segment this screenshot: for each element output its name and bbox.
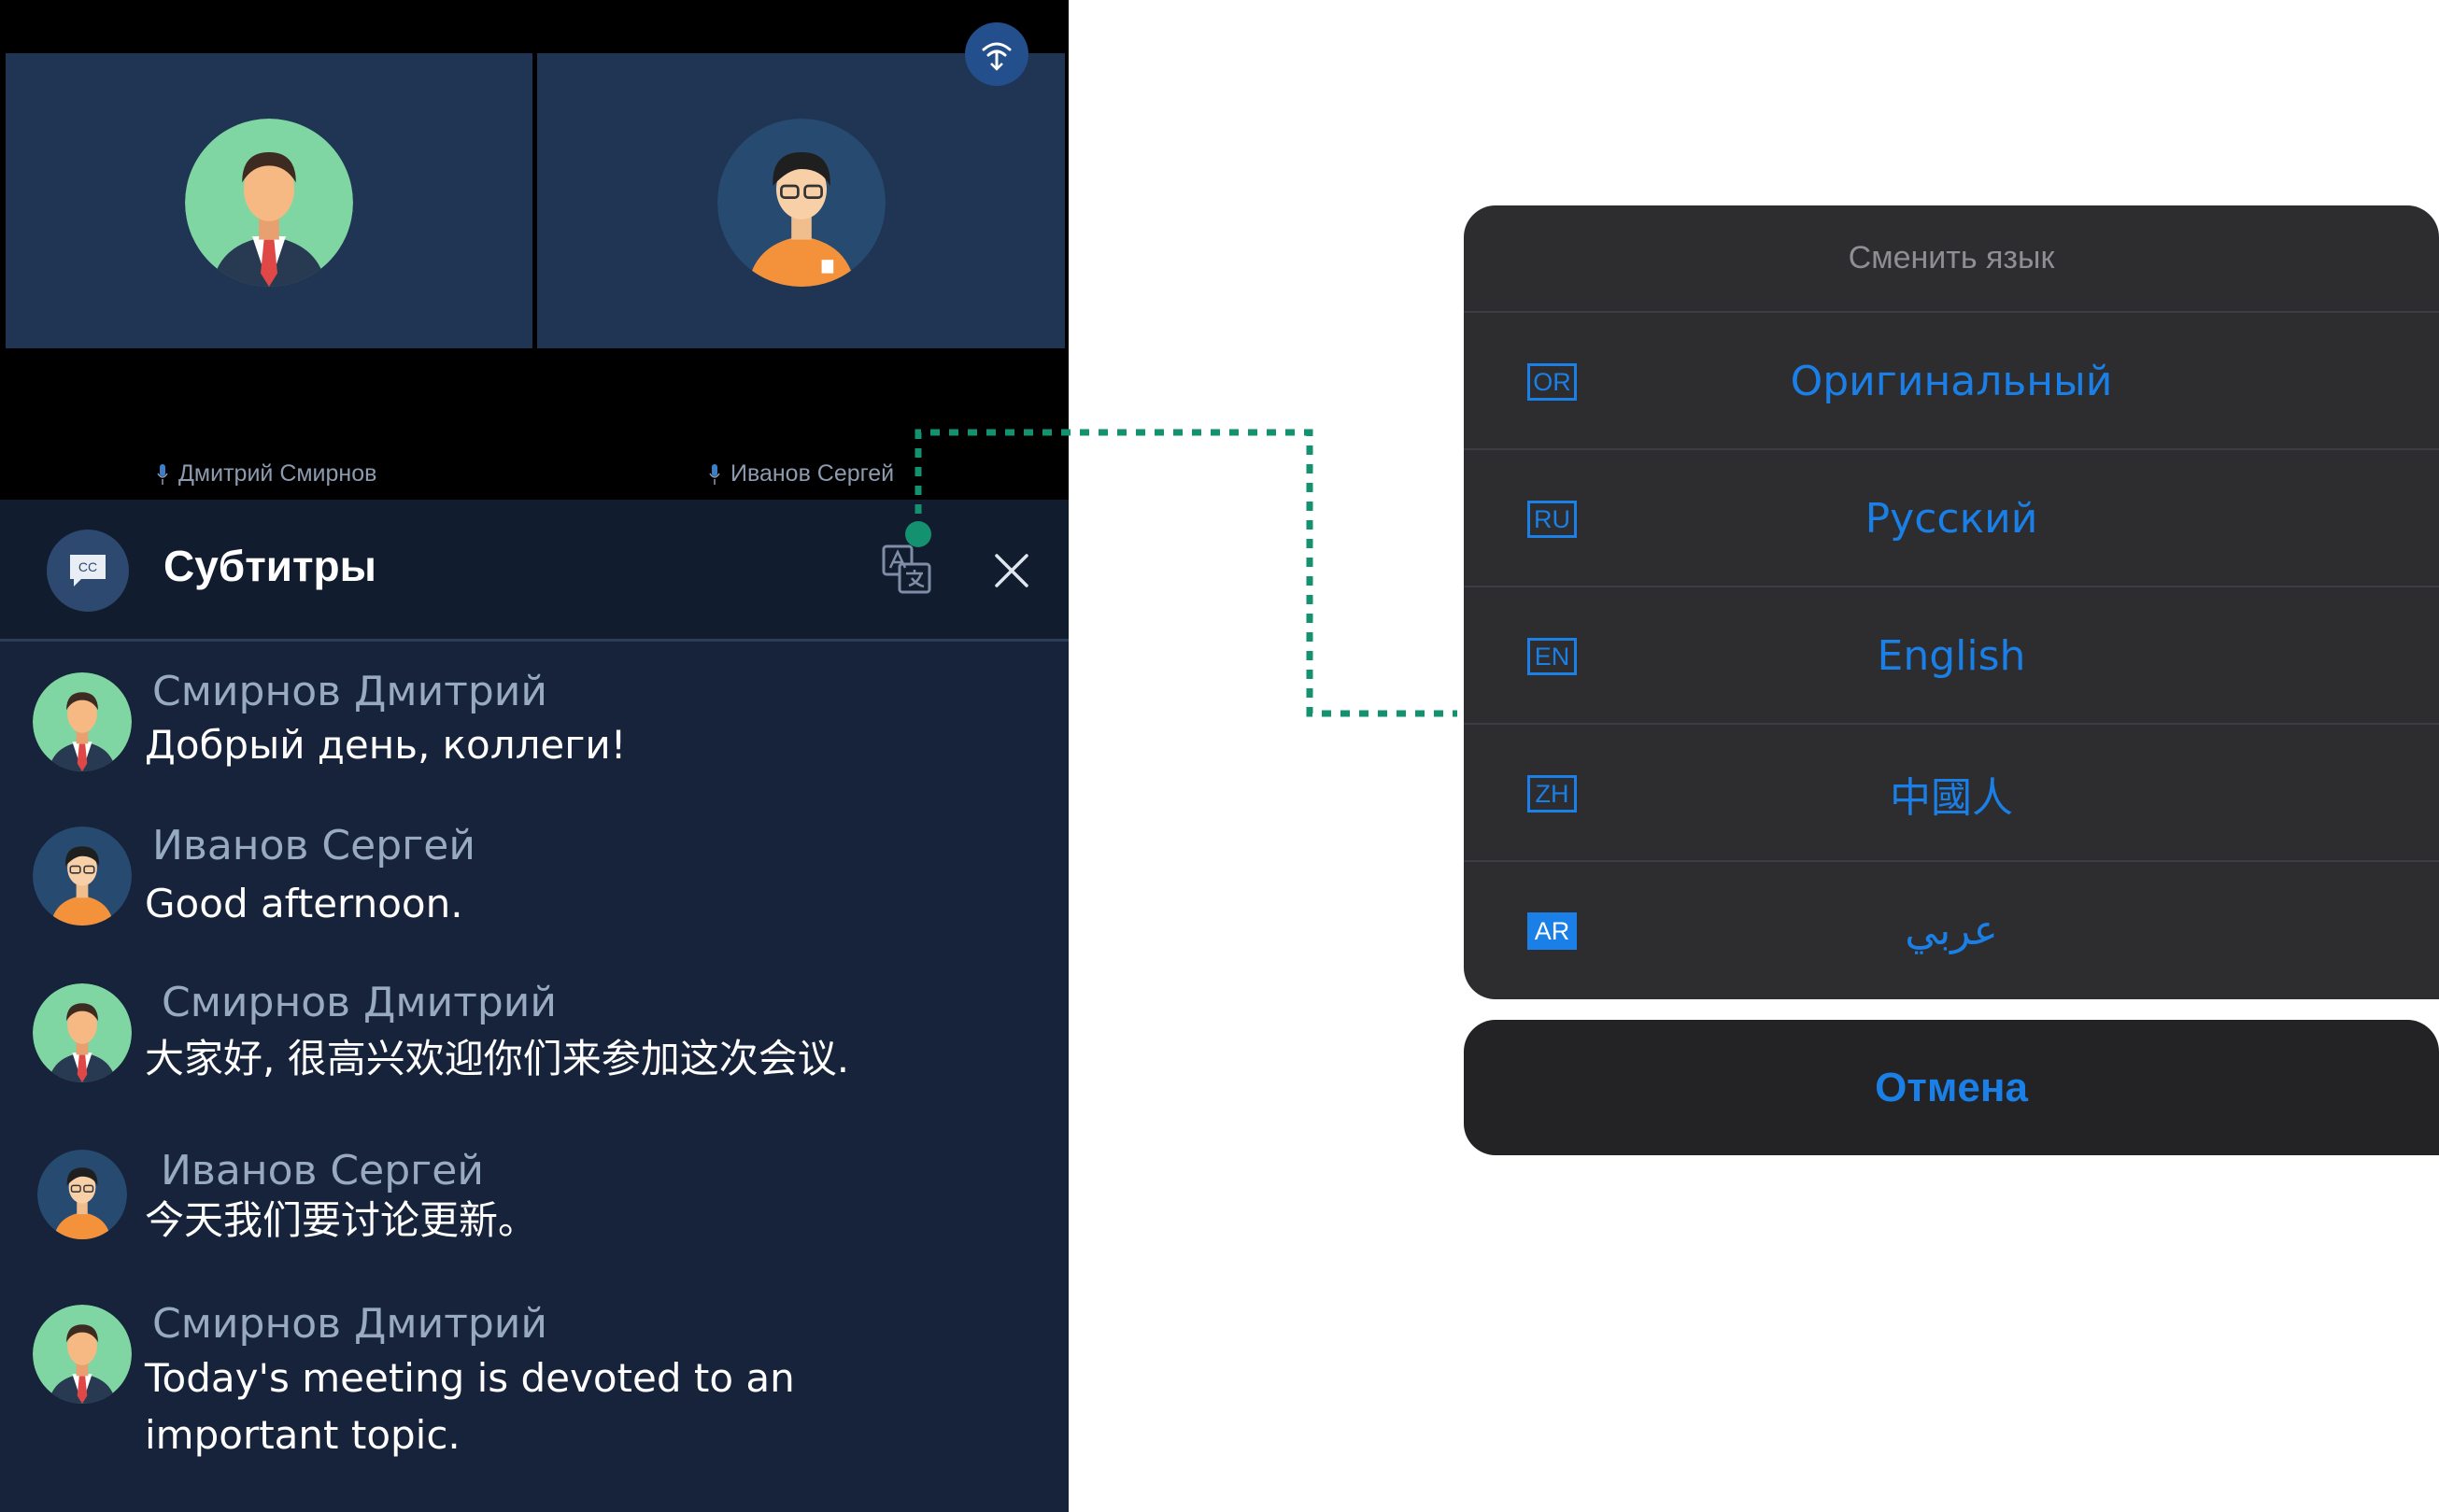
translate-button[interactable]: [878, 541, 936, 599]
man-suit-avatar: [185, 119, 353, 287]
video-tile-1[interactable]: [6, 53, 532, 348]
message-text: Good afternoon.: [145, 881, 463, 926]
language-picker-sheet: Сменить язык OR Оригинальный RU Русский …: [1464, 205, 2439, 999]
close-icon: [995, 554, 1028, 587]
conference-app: Дмитрий Смирнов Иванов Сергей CC Субтитр…: [0, 0, 1069, 1512]
man-glasses-avatar: [716, 119, 886, 287]
video-area: Дмитрий Смирнов Иванов Сергей: [0, 0, 1069, 500]
message-text: 今天我们要讨论更新。: [145, 1197, 538, 1243]
language-option-english[interactable]: EN English: [1464, 587, 2439, 725]
close-button[interactable]: [990, 549, 1033, 592]
message-author: Иванов Сергей: [152, 822, 475, 869]
message-author: Смирнов Дмитрий: [162, 979, 557, 1026]
language-option-chinese[interactable]: ZH 中國人: [1464, 725, 2439, 862]
language-option-label: عربي: [1905, 907, 1998, 954]
language-option-russian[interactable]: RU Русский: [1464, 450, 2439, 587]
language-picker-title: Сменить язык: [1464, 205, 2439, 313]
man-suit-avatar: [33, 983, 132, 1082]
man-glasses-avatar: [33, 827, 132, 926]
language-option-label: Русский: [1865, 495, 2038, 543]
subtitles-title: Субтитры: [163, 542, 376, 590]
language-option-label: 中國人: [1890, 773, 2013, 822]
man-suit-avatar: [33, 672, 132, 771]
closed-captions-icon: CC: [47, 530, 129, 612]
video-tile-2[interactable]: [537, 53, 1065, 348]
message-author: Смирнов Дмитрий: [152, 668, 547, 715]
microphone-icon: [156, 462, 169, 487]
message-author: Иванов Сергей: [161, 1147, 484, 1194]
language-option-label: Оригинальный: [1790, 358, 2113, 405]
language-option-arabic[interactable]: AR عربي: [1464, 862, 2439, 999]
language-option-original[interactable]: OR Оригинальный: [1464, 313, 2439, 450]
translate-icon: [882, 544, 931, 594]
language-option-label: English: [1877, 632, 2026, 680]
man-glasses-avatar: [37, 1150, 127, 1239]
cc-badge-label: CC: [78, 559, 97, 574]
microphone-icon: [708, 462, 721, 487]
network-signal-icon[interactable]: [965, 22, 1028, 86]
message-author: Смирнов Дмитрий: [152, 1300, 547, 1348]
participant-name: Иванов Сергей: [730, 460, 895, 487]
participant-label-1: Дмитрий Смирнов: [156, 460, 376, 488]
man-suit-avatar: [33, 1305, 132, 1404]
message-text: Добрый день, коллеги!: [145, 722, 627, 768]
message-text: 大家好, 很高兴欢迎你们来参加这次会议.: [145, 1036, 850, 1081]
message-text: Today's meeting is devoted to an importa…: [145, 1355, 795, 1458]
participant-label-2: Иванов Сергей: [708, 460, 894, 488]
cancel-button[interactable]: Отмена: [1464, 1020, 2439, 1155]
subtitles-header: CC Субтитры: [0, 500, 1069, 642]
participant-name: Дмитрий Смирнов: [178, 460, 377, 487]
